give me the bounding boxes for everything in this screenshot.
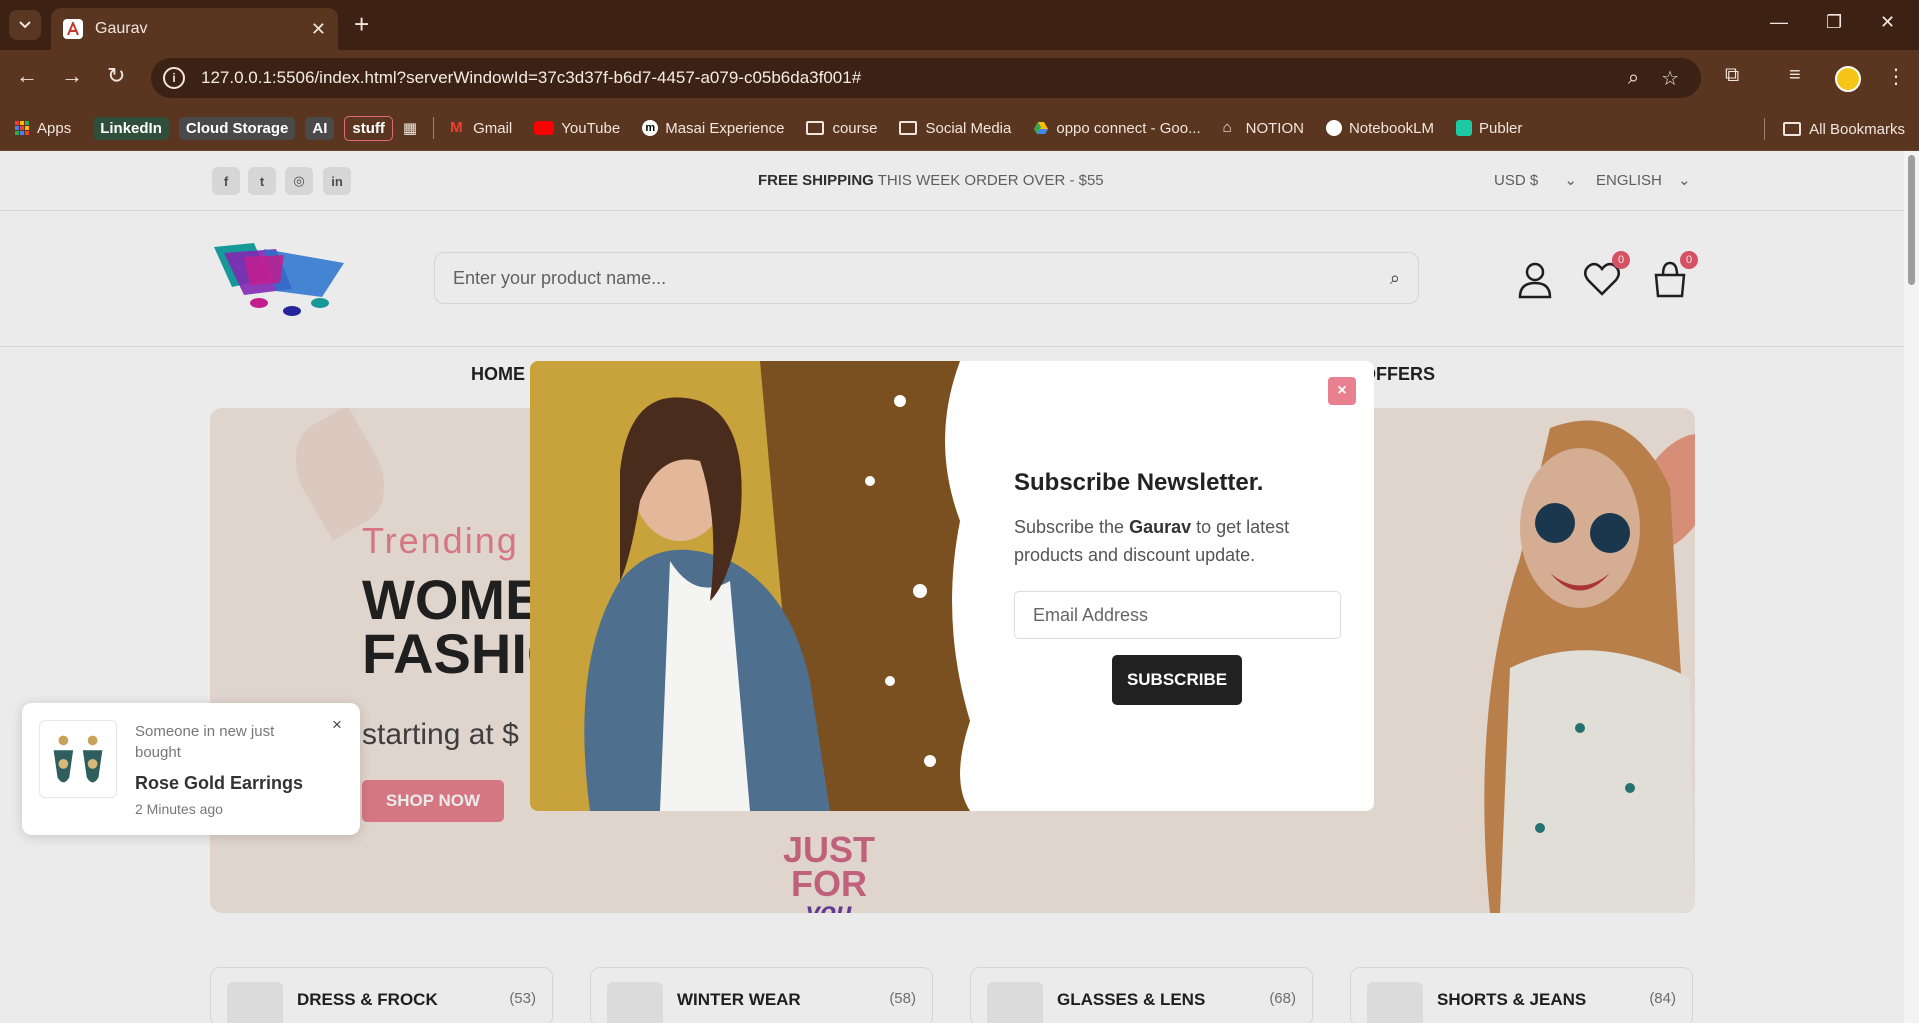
zoom-icon[interactable]: ⌕ (1628, 67, 1639, 90)
bookmark-youtube[interactable]: YouTube (534, 120, 620, 137)
subscribe-button[interactable]: SUBSCRIBE (1112, 655, 1242, 705)
newsletter-model-image (530, 361, 975, 811)
site-info-icon[interactable]: i (163, 67, 185, 89)
notification-time: 2 Minutes ago (135, 801, 223, 817)
bookmark-label: course (832, 119, 878, 137)
modal-brand-name: Gaurav (1129, 517, 1192, 537)
bookmark-separator (433, 117, 435, 139)
modal-description: Subscribe the Gaurav to get latest produ… (1014, 513, 1344, 569)
folder-icon (806, 121, 825, 135)
media-control-icon[interactable]: ≡ (1789, 64, 1801, 87)
browser-toolbar: ← → ↻ i 127.0.0.1:5506/index.html?server… (0, 50, 1919, 106)
bookmark-publer[interactable]: Publer (1456, 120, 1522, 137)
address-bar[interactable]: i 127.0.0.1:5506/index.html?serverWindow… (151, 58, 1701, 98)
bookmarks-bar: Apps LinkedIn Cloud Storage AI stuff ▦ M… (0, 106, 1919, 151)
bookmark-cloud-storage[interactable]: Cloud Storage (178, 116, 296, 140)
email-field[interactable] (1014, 591, 1341, 639)
notebooklm-icon (1325, 120, 1342, 136)
bookmark-label: oppo connect - Goo... (1056, 119, 1201, 137)
bookmark-gmail[interactable]: M Gmail (450, 120, 512, 137)
tab-strip: Gaurav ✕ + — ❐ ✕ (0, 0, 1919, 50)
site-favicon-icon (63, 19, 83, 39)
notification-message: Someone in new just bought (135, 723, 275, 761)
tab-close-icon[interactable]: ✕ (311, 19, 326, 40)
url-text[interactable]: 127.0.0.1:5506/index.html?serverWindowId… (201, 68, 1628, 88)
profile-avatar[interactable] (1835, 66, 1861, 92)
bookmark-notion[interactable]: ⌂ NOTION (1223, 120, 1304, 137)
bookmark-separator (1764, 118, 1766, 140)
bookmark-label: Gmail (473, 119, 513, 137)
modal-text-part: Subscribe the (1014, 517, 1130, 537)
bookmark-label: YouTube (561, 119, 621, 137)
scrollbar-thumb[interactable] (1908, 155, 1915, 285)
newsletter-modal: × Subscribe Newsletter. Subscribe the Ga… (530, 361, 1374, 811)
bookmark-folder-course[interactable]: course (806, 120, 877, 137)
bookmark-star-icon[interactable]: ☆ (1661, 66, 1679, 91)
folder-icon (899, 121, 918, 135)
bookmark-label: Publer (1479, 119, 1523, 137)
modal-close-button[interactable]: × (1328, 377, 1356, 405)
bookmark-ai[interactable]: AI (305, 116, 335, 140)
bookmark-label: Masai Experience (665, 119, 785, 137)
bookmark-notebooklm[interactable]: NotebookLM (1325, 119, 1435, 137)
tab-title: Gaurav (95, 20, 148, 37)
tab-groups-icon[interactable]: ▦ (403, 119, 417, 137)
apps-grid-icon (15, 121, 29, 135)
bookmark-label: Social Media (925, 119, 1012, 137)
minimize-icon[interactable]: — (1770, 12, 1788, 33)
bookmark-label: Apps (37, 119, 72, 137)
restore-icon[interactable]: ❐ (1826, 12, 1842, 33)
extensions-icon[interactable]: ⧉ (1725, 64, 1739, 87)
masai-icon: m (642, 120, 659, 136)
tab-search-button[interactable] (9, 10, 41, 40)
bookmark-oppo[interactable]: oppo connect - Goo... (1033, 119, 1201, 137)
bookmark-folder-social[interactable]: Social Media (899, 120, 1011, 137)
bookmark-linkedin[interactable]: LinkedIn (93, 116, 169, 140)
page-scrollbar[interactable] (1904, 151, 1919, 1023)
earrings-image (39, 720, 117, 798)
window-close-icon[interactable]: ✕ (1880, 12, 1895, 33)
folder-icon (1783, 122, 1802, 136)
forward-arrow-icon[interactable]: → (61, 64, 83, 88)
new-tab-button[interactable]: + (354, 11, 369, 37)
modal-title: Subscribe Newsletter. (1014, 469, 1264, 496)
home-icon: ⌂ (1222, 119, 1232, 136)
bookmark-apps[interactable]: Apps (14, 120, 71, 137)
all-bookmarks-button[interactable]: All Bookmarks (1764, 118, 1905, 140)
web-page: f t ◎ in FREE SHIPPING THIS WEEK ORDER O… (0, 151, 1904, 1023)
reload-icon[interactable]: ↻ (107, 64, 125, 88)
bookmark-stuff[interactable]: stuff (344, 115, 393, 141)
chevron-down-icon (19, 21, 31, 29)
back-arrow-icon[interactable]: ← (16, 64, 38, 88)
notification-close-icon[interactable]: × (332, 715, 342, 735)
bookmark-label: NotebookLM (1348, 119, 1435, 137)
gmail-icon: M (450, 119, 463, 136)
browser-tab[interactable]: Gaurav ✕ (51, 8, 338, 50)
youtube-icon (534, 121, 555, 135)
google-drive-icon (1034, 122, 1049, 134)
browser-menu-icon[interactable]: ⋮ (1886, 64, 1906, 89)
notification-product[interactable]: Rose Gold Earrings (135, 773, 303, 794)
bookmark-masai[interactable]: m Masai Experience (642, 120, 784, 137)
all-bookmarks-label: All Bookmarks (1809, 120, 1905, 138)
purchase-notification: Someone in new just bought Rose Gold Ear… (22, 703, 360, 835)
bookmark-label: NOTION (1245, 119, 1304, 137)
publer-icon (1456, 120, 1473, 136)
